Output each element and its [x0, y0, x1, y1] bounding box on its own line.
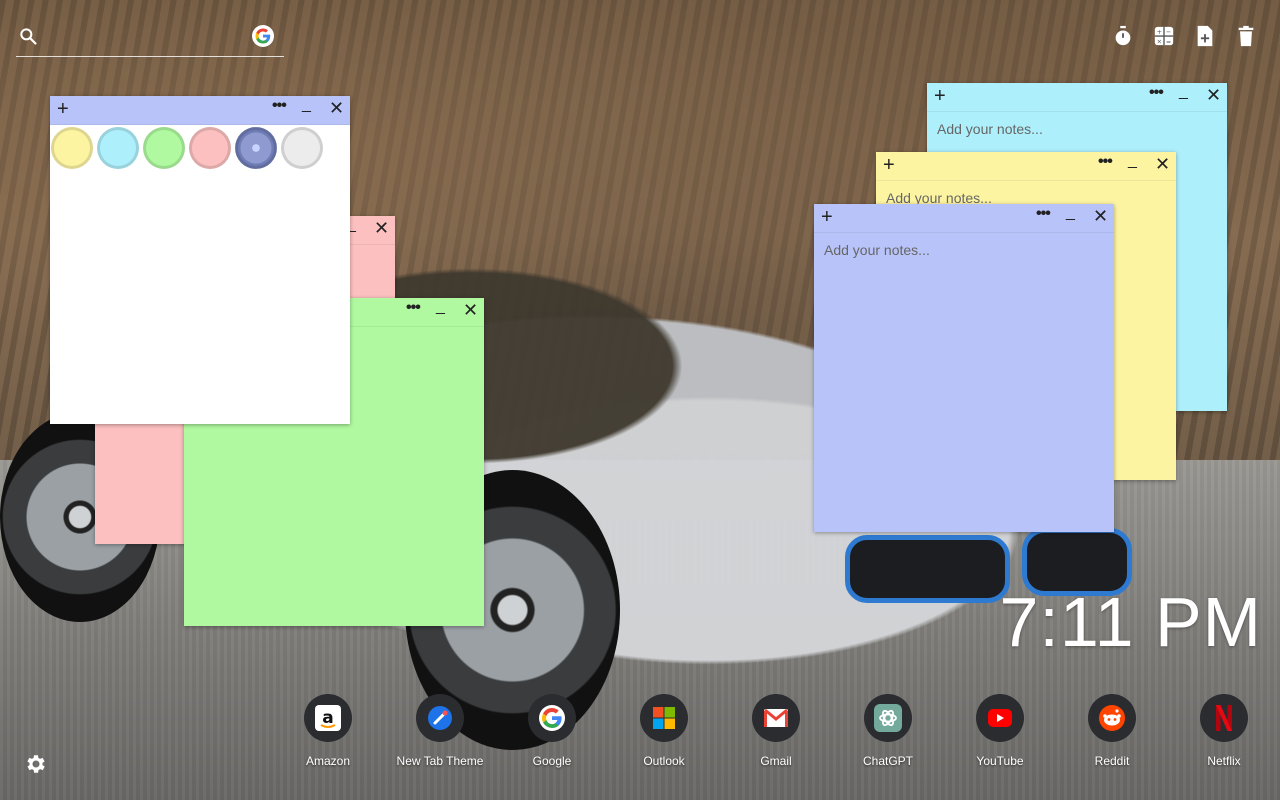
shortcut-label: YouTube — [976, 754, 1024, 768]
svg-text:+: + — [1157, 28, 1162, 36]
shortcut-amazon[interactable]: a Amazon — [272, 694, 384, 768]
note-blue[interactable]: + ••• _ ✕ Add your notes... — [814, 204, 1114, 532]
svg-text:a: a — [322, 708, 333, 728]
outlook-icon — [640, 694, 688, 742]
svg-text:=: = — [1166, 37, 1171, 45]
minimize-button[interactable]: _ — [436, 298, 445, 316]
shortcut-label: Google — [532, 754, 572, 768]
add-note-button[interactable]: + — [821, 206, 833, 228]
shortcut-youtube[interactable]: YouTube — [944, 694, 1056, 768]
note-header: + ••• _ ✕ — [814, 204, 1114, 233]
netflix-icon — [1200, 694, 1248, 742]
shortcut-new-tab-theme[interactable]: New Tab Theme — [384, 694, 496, 768]
close-note-button[interactable]: ✕ — [329, 98, 344, 119]
gmail-icon — [752, 694, 800, 742]
color-swatch[interactable] — [51, 127, 93, 169]
minimize-button[interactable]: _ — [1128, 152, 1137, 170]
note-header: + ••• _ ✕ — [927, 83, 1227, 112]
shortcut-label: Amazon — [305, 754, 351, 768]
reddit-icon — [1088, 694, 1136, 742]
color-swatch[interactable] — [143, 127, 185, 169]
new-tab-theme-icon — [416, 694, 464, 742]
more-options-icon[interactable]: ••• — [272, 97, 287, 115]
shortcut-label: New Tab Theme — [396, 754, 484, 768]
more-options-icon[interactable]: ••• — [1098, 153, 1113, 171]
close-note-button[interactable]: ✕ — [374, 218, 389, 239]
shortcut-dock: a Amazon New Tab Theme Google Outlook Gm… — [272, 694, 1280, 768]
search-bar — [16, 22, 284, 57]
shortcut-netflix[interactable]: Netflix — [1168, 694, 1280, 768]
more-options-icon[interactable]: ••• — [1149, 84, 1164, 102]
note-white[interactable]: + ••• _ ✕ — [50, 96, 350, 424]
trash-icon[interactable] — [1234, 24, 1258, 48]
shortcut-google[interactable]: Google — [496, 694, 608, 768]
shortcut-gmail[interactable]: Gmail — [720, 694, 832, 768]
note-textarea[interactable]: Add your notes... — [824, 242, 930, 258]
color-swatch[interactable] — [97, 127, 139, 169]
add-note-button[interactable]: + — [883, 154, 895, 176]
new-note-icon[interactable] — [1193, 24, 1217, 48]
stopwatch-icon[interactable] — [1111, 24, 1135, 48]
add-note-button[interactable]: + — [934, 85, 946, 107]
add-note-button[interactable]: + — [57, 98, 69, 120]
note-header: + ••• _ ✕ — [876, 152, 1176, 181]
shortcut-label: Reddit — [1094, 754, 1130, 768]
chatgpt-icon — [864, 694, 912, 742]
color-picker — [50, 125, 350, 169]
clock: 7:11 PM — [999, 583, 1262, 661]
google-g-icon[interactable] — [252, 25, 274, 47]
note-textarea[interactable]: Add your notes... — [937, 121, 1043, 137]
shortcut-reddit[interactable]: Reddit — [1056, 694, 1168, 768]
shortcut-label: Outlook — [643, 754, 685, 768]
close-note-button[interactable]: ✕ — [1093, 206, 1108, 227]
svg-text:−: − — [1166, 28, 1171, 36]
color-swatch[interactable] — [235, 127, 277, 169]
svg-text:×: × — [1157, 37, 1162, 45]
calculator-icon[interactable]: + − × = — [1152, 24, 1176, 48]
shortcut-outlook[interactable]: Outlook — [608, 694, 720, 768]
color-swatch[interactable] — [189, 127, 231, 169]
shortcut-label: Gmail — [760, 754, 792, 768]
minimize-button[interactable]: _ — [1066, 204, 1075, 222]
shortcut-label: ChatGPT — [862, 754, 913, 768]
more-options-icon[interactable]: ••• — [1036, 205, 1051, 223]
close-note-button[interactable]: ✕ — [463, 300, 478, 321]
shortcut-label: Netflix — [1207, 754, 1241, 768]
minimize-button[interactable]: _ — [1179, 83, 1188, 101]
note-header: + ••• _ ✕ — [50, 96, 350, 125]
wallpaper-grille-left — [845, 535, 1010, 603]
toolbar: + − × = — [1111, 24, 1258, 48]
more-options-icon[interactable]: ••• — [406, 299, 421, 317]
search-icon[interactable] — [18, 26, 38, 46]
minimize-button[interactable]: _ — [302, 96, 311, 114]
google-icon — [528, 694, 576, 742]
color-swatch[interactable] — [281, 127, 323, 169]
shortcut-chatgpt[interactable]: ChatGPT — [832, 694, 944, 768]
amazon-icon: a — [304, 694, 352, 742]
search-input[interactable] — [48, 24, 252, 52]
close-note-button[interactable]: ✕ — [1155, 154, 1170, 175]
gear-icon[interactable] — [24, 752, 48, 776]
close-note-button[interactable]: ✕ — [1206, 85, 1221, 106]
youtube-icon — [976, 694, 1024, 742]
